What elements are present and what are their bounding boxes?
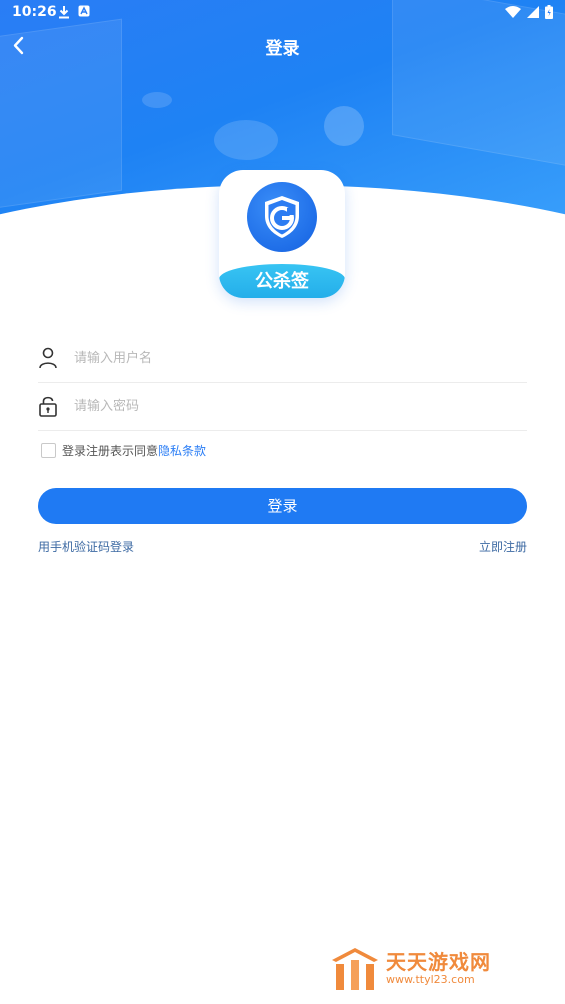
watermark-text: 天天游戏网 www.ttyl23.com [386, 951, 491, 987]
signal-icon [527, 6, 539, 18]
status-right-icons [505, 5, 553, 19]
page-title: 登录 [265, 39, 300, 59]
status-bar: 10:26 [0, 0, 565, 26]
watermark-url: www.ttyl23.com [386, 973, 475, 986]
wifi-icon [505, 6, 521, 18]
password-row [38, 382, 527, 431]
watermark-logo-icon [332, 948, 378, 990]
shield-icon [265, 196, 299, 238]
cloud-decoration [324, 106, 364, 146]
username-row [38, 334, 527, 383]
agree-text: 登录注册表示同意 [62, 443, 159, 458]
cloud-decoration [142, 92, 172, 108]
watermark-name: 天天游戏网 [386, 950, 491, 974]
phone-login-link[interactable]: 用手机验证码登录 [38, 538, 134, 555]
privacy-link[interactable]: 隐私条款 [158, 442, 206, 459]
watermark: 天天游戏网 www.ttyl23.com [330, 944, 491, 994]
status-left-icons [58, 5, 90, 19]
login-button[interactable]: 登录 [38, 488, 527, 524]
logo-circle [247, 182, 317, 252]
agreement-row: 登录注册表示同意 隐私条款 [41, 440, 206, 460]
logo-brand-band: 公杀签 [219, 264, 345, 298]
battery-icon [545, 5, 553, 19]
user-icon [39, 347, 57, 369]
app-notification-icon [78, 5, 90, 17]
username-input[interactable] [72, 342, 516, 374]
password-input[interactable] [72, 390, 516, 422]
agree-checkbox[interactable] [41, 442, 56, 458]
status-time: 10:26 [12, 4, 57, 20]
register-link[interactable]: 立即注册 [479, 538, 527, 555]
lock-icon [39, 396, 57, 417]
download-icon [59, 6, 69, 19]
app-logo: 公杀签 [219, 170, 345, 298]
cloud-decoration [214, 120, 278, 160]
nav-bar: 登录 [0, 26, 565, 66]
